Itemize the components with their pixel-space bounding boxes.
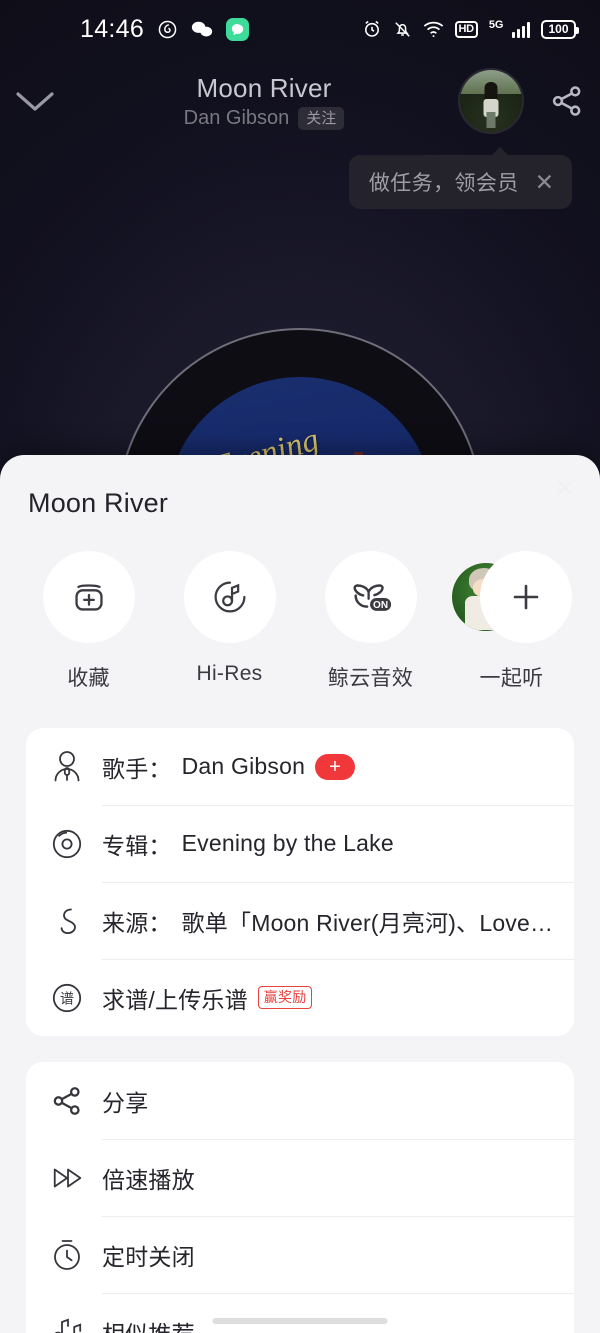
mute-bell-icon <box>393 20 412 39</box>
avatar-legs <box>486 112 496 129</box>
menu-row-sleep-timer[interactable]: 定时关闭 <box>26 1216 574 1293</box>
vip-task-toast[interactable]: 做任务，领会员 ✕ <box>348 147 572 209</box>
follow-artist-badge[interactable]: + <box>315 753 356 780</box>
singer-key: 歌手： <box>102 755 172 782</box>
menu-row-playback-speed-label: 倍速播放 <box>102 1166 195 1193</box>
source-link-icon <box>50 903 102 939</box>
listen-together-label: 一起听 <box>479 667 544 690</box>
player-header: Moon River Dan Gibson 关注 <box>0 62 600 140</box>
timer-clock-icon <box>50 1237 102 1273</box>
quick-action-sound-effect[interactable]: ON 鲸云音效 <box>300 551 441 692</box>
hd-icon: HD <box>454 20 478 38</box>
source-key: 来源： <box>102 909 172 936</box>
hires-music-note-icon <box>207 574 253 620</box>
song-info-card: 歌手： Dan Gibson + 专辑： Evening by the Lake <box>26 728 574 1036</box>
sound-effect-label: 鲸云音效 <box>327 667 414 690</box>
status-bar-right: HD 5G 100 <box>362 19 579 39</box>
collect-button[interactable] <box>42 551 135 643</box>
avatar[interactable] <box>458 68 524 134</box>
vip-toast-text: 做任务，领会员 <box>368 172 519 195</box>
message-icon <box>226 17 250 41</box>
status-bar-left: 14:46 <box>80 14 250 44</box>
home-indicator <box>212 1318 388 1324</box>
network-type-label: 5G <box>488 19 504 31</box>
listen-together-button[interactable] <box>451 551 572 643</box>
header-title-block: Moon River Dan Gibson 关注 <box>70 72 458 130</box>
source-value: 歌单「Moon River(月亮河)、Love… <box>181 909 554 936</box>
svg-text:ON: ON <box>373 600 388 611</box>
netease-music-icon <box>157 19 178 40</box>
menu-row-similar[interactable]: 相似推荐 <box>26 1293 574 1333</box>
album-key: 专辑： <box>102 832 172 859</box>
quick-action-collect[interactable]: 收藏 <box>18 551 159 692</box>
info-row-singer-text: 歌手： Dan Gibson + <box>102 750 379 784</box>
follow-button[interactable]: 关注 <box>298 106 345 130</box>
album-disc-icon <box>50 827 102 861</box>
battery-icon: 100 <box>541 19 579 39</box>
status-clock: 14:46 <box>80 14 145 43</box>
artist-line: Dan Gibson 关注 <box>184 106 345 130</box>
collect-box-plus-icon <box>66 574 112 620</box>
info-row-sheet-music-text: 求谱/上传乐谱 赢奖励 <box>102 981 336 1015</box>
share-button[interactable] <box>534 68 600 134</box>
reward-badge: 赢奖励 <box>257 986 313 1009</box>
info-row-source[interactable]: 来源： 歌单「Moon River(月亮河)、Love… <box>26 882 574 959</box>
signal-icon <box>511 21 530 38</box>
svg-text:谱: 谱 <box>60 991 74 1007</box>
wifi-icon <box>423 21 444 38</box>
sheet-music-value: 求谱/上传乐谱 <box>102 986 248 1013</box>
share-icon <box>549 83 585 119</box>
menu-row-sleep-timer-label: 定时关闭 <box>102 1243 195 1270</box>
status-bar: 14:46 HD 5G 100 <box>0 0 600 58</box>
wechat-icon <box>191 20 213 38</box>
song-options-sheet: ✕ Moon River 收藏 Hi-Res ON 鲸云音效 一起听 歌手： D… <box>0 455 600 1333</box>
sound-effect-button[interactable]: ON <box>324 551 417 643</box>
close-icon[interactable]: ✕ <box>535 170 554 194</box>
artist-name[interactable]: Dan Gibson <box>184 107 290 130</box>
sheet-song-title: Moon River <box>28 488 169 518</box>
fast-forward-icon <box>50 1163 102 1193</box>
singer-icon <box>50 749 102 785</box>
info-row-album-text: 专辑： Evening by the Lake <box>102 827 418 861</box>
collapse-player-button[interactable] <box>0 66 70 136</box>
info-row-singer[interactable]: 歌手： Dan Gibson + <box>26 728 574 805</box>
similar-music-icon <box>50 1314 102 1333</box>
sheet-close-icon[interactable]: ✕ <box>550 473 580 503</box>
song-menu-card: 分享 倍速播放 定时关闭 <box>26 1062 574 1333</box>
quick-actions-row: 收藏 Hi-Res ON 鲸云音效 一起听 <box>0 519 600 692</box>
battery-level: 100 <box>548 22 569 36</box>
menu-row-share-label: 分享 <box>102 1089 149 1116</box>
singer-value: Dan Gibson <box>181 753 306 779</box>
sheet-music-icon: 谱 <box>50 981 102 1015</box>
info-row-source-text: 来源： 歌单「Moon River(月亮河)、Love… <box>102 904 574 938</box>
share-icon <box>50 1084 102 1118</box>
menu-row-similar-label: 相似推荐 <box>102 1315 219 1333</box>
listen-together-add-icon[interactable] <box>479 551 572 643</box>
menu-row-playback-speed[interactable]: 倍速播放 <box>26 1139 574 1216</box>
alarm-icon <box>362 19 382 39</box>
hires-button[interactable] <box>183 551 276 643</box>
hires-label: Hi-Res <box>196 662 263 685</box>
quick-action-listen-together[interactable]: 一起听 <box>441 551 582 692</box>
page-title: Moon River <box>196 73 332 103</box>
chevron-down-icon <box>14 88 56 114</box>
quick-action-hires[interactable]: Hi-Res <box>159 551 300 692</box>
whale-sound-effect-icon: ON <box>347 575 395 619</box>
info-row-album[interactable]: 专辑： Evening by the Lake <box>26 805 574 882</box>
album-value: Evening by the Lake <box>181 830 394 856</box>
info-row-sheet-music[interactable]: 谱 求谱/上传乐谱 赢奖励 <box>26 959 574 1036</box>
menu-row-share[interactable]: 分享 <box>26 1062 574 1139</box>
collect-label: 收藏 <box>67 667 110 690</box>
